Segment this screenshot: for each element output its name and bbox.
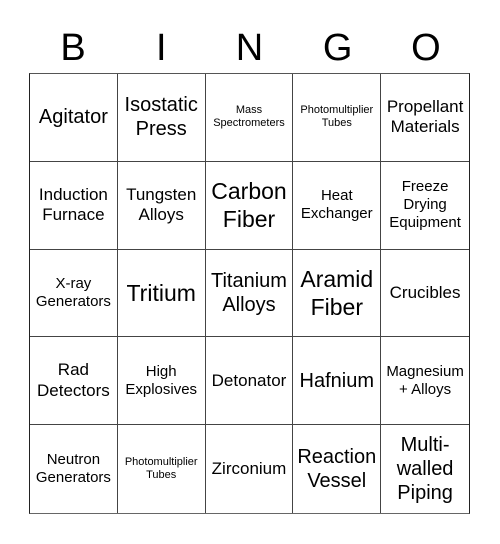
header-letter-g: G	[322, 27, 353, 69]
bingo-cell[interactable]: Zirconium	[206, 425, 294, 513]
bingo-cell[interactable]: Carbon Fiber	[205, 161, 294, 250]
header-letter-b: B	[60, 27, 86, 69]
cell-label: Propellant Materials	[386, 97, 464, 137]
bingo-cell[interactable]: Photomultiplier Tubes	[293, 74, 382, 162]
bingo-cell[interactable]: Detonator	[205, 337, 294, 426]
bingo-cell[interactable]: Titanium Alloys	[205, 249, 294, 338]
bingo-grid: Agitator Isostatic Press Mass Spectrometer…	[29, 73, 470, 514]
bingo-cell[interactable]: Mass Spectrometers	[205, 74, 294, 162]
header-letter-n: N	[235, 27, 264, 69]
bingo-cell[interactable]: Tungsten Alloys	[117, 161, 206, 250]
bingo-cell[interactable]: Neutron Generators	[30, 425, 118, 513]
cell-label: Aramid Fiber	[300, 265, 374, 320]
bingo-header: B I N G O	[29, 24, 470, 73]
cell-label: Titanium Alloys	[211, 269, 287, 316]
cell-label: Hafnium	[299, 369, 375, 392]
cell-label: Tungsten Alloys	[126, 184, 197, 225]
bingo-cell[interactable]: Agitator	[30, 74, 118, 162]
cell-label: Neutron Generators	[35, 451, 111, 487]
header-letter-i: I	[156, 27, 167, 69]
bingo-cell[interactable]: Hafnium	[293, 337, 382, 426]
bingo-cell[interactable]: Propellant Materials	[381, 74, 469, 162]
cell-label: X-ray Generators	[35, 274, 111, 310]
cell-label: Detonator	[211, 370, 287, 390]
cell-label: Rad Detectors	[37, 360, 110, 400]
bingo-cell[interactable]: Photomultiplier Tubes	[118, 425, 206, 513]
cell-label: Agitator	[38, 106, 108, 129]
cell-label: Crucibles	[389, 282, 461, 302]
cell-label: Freeze Drying Equipment	[389, 178, 461, 232]
bingo-cell[interactable]: Tritium	[117, 249, 206, 338]
cell-label: Magnesium + Alloys	[386, 362, 464, 398]
cell-label: Tritium	[126, 279, 196, 306]
bingo-cell[interactable]: Reaction Vessel	[293, 425, 382, 513]
bingo-cell[interactable]: Magnesium + Alloys	[381, 337, 469, 426]
cell-label: Photomultiplier Tubes	[300, 104, 374, 130]
cell-label: Multi-walled Piping	[396, 434, 454, 505]
header-letter-o: O	[411, 27, 441, 69]
cell-label: Reaction Vessel	[297, 446, 377, 493]
bingo-cell[interactable]: Freeze Drying Equipment	[381, 162, 469, 250]
bingo-cell[interactable]: Rad Detectors	[30, 337, 118, 426]
cell-label: Photomultiplier Tubes	[124, 455, 198, 482]
bingo-cell[interactable]: Induction Furnace	[30, 161, 118, 250]
bingo-cell[interactable]: X-ray Generators	[30, 249, 118, 338]
cell-label: High Explosives	[125, 362, 198, 398]
bingo-cell[interactable]: Aramid Fiber	[293, 249, 382, 338]
cell-label: Carbon Fiber	[211, 178, 287, 233]
bingo-cell[interactable]: Heat Exchanger	[293, 161, 382, 250]
cell-label: Isostatic Press	[124, 94, 198, 141]
cell-label: Mass Spectrometers	[213, 104, 285, 130]
cell-label: Heat Exchanger	[300, 187, 373, 223]
cell-label: Zirconium	[211, 458, 287, 478]
bingo-cell[interactable]: Multi-walled Piping	[381, 425, 469, 513]
bingo-cell[interactable]: Crucibles	[381, 250, 469, 338]
cell-label: Induction Furnace	[38, 184, 108, 225]
bingo-cell[interactable]: Isostatic Press	[117, 74, 206, 162]
bingo-cell[interactable]: High Explosives	[117, 337, 206, 426]
